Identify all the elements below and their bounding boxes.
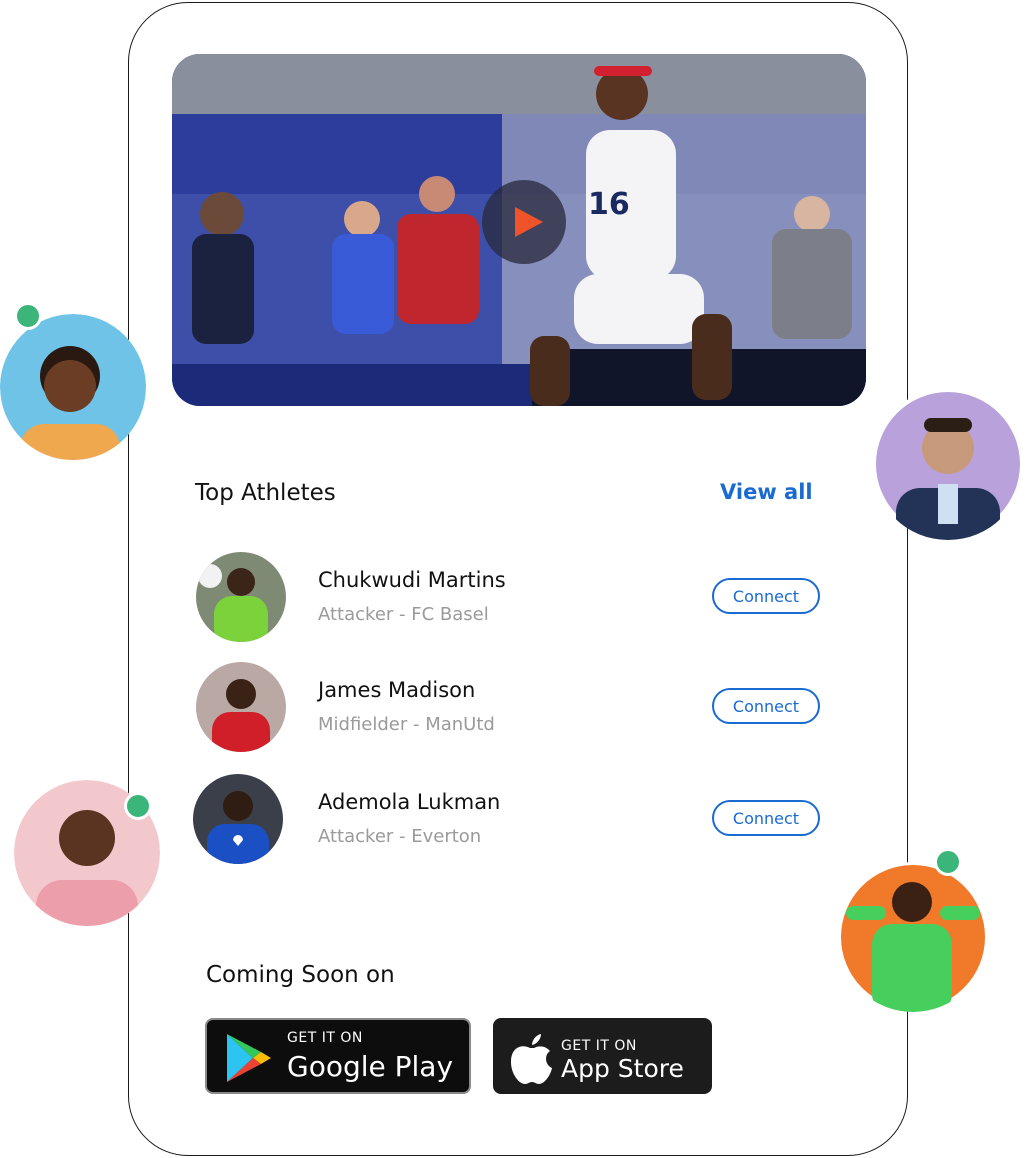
athlete-name: James Madison bbox=[318, 678, 476, 702]
floating-avatar bbox=[838, 862, 988, 1012]
store-big-label: Google Play bbox=[287, 1050, 454, 1083]
athlete-avatar bbox=[193, 774, 283, 864]
online-indicator bbox=[934, 848, 962, 876]
athlete-role: Attacker - Everton bbox=[318, 826, 482, 847]
athlete-name: Chukwudi Martins bbox=[318, 568, 506, 592]
store-small-label: GET IT ON bbox=[561, 1038, 637, 1054]
athlete-row: James Madison Midfielder - ManUtd Connec… bbox=[194, 662, 824, 754]
online-indicator bbox=[124, 792, 152, 820]
athlete-avatar bbox=[196, 662, 286, 752]
athlete-avatar bbox=[196, 552, 286, 642]
coming-soon-title: Coming Soon on bbox=[206, 962, 395, 988]
floating-avatar bbox=[872, 388, 1024, 540]
video-player[interactable]: 16 bbox=[172, 54, 866, 406]
connect-button[interactable]: Connect bbox=[712, 800, 820, 836]
view-all-link[interactable]: View all bbox=[720, 480, 813, 504]
athlete-row: Ademola Lukman Attacker - Everton Connec… bbox=[193, 774, 824, 866]
apple-icon bbox=[511, 1034, 552, 1084]
google-play-icon bbox=[227, 1034, 271, 1082]
online-indicator bbox=[14, 302, 42, 330]
floating-avatar bbox=[0, 314, 146, 460]
app-store-button[interactable]: GET IT ON App Store bbox=[493, 1018, 712, 1094]
connect-button[interactable]: Connect bbox=[712, 688, 820, 724]
athlete-name: Ademola Lukman bbox=[318, 790, 501, 814]
section-title: Top Athletes bbox=[195, 480, 336, 506]
athlete-row: Chukwudi Martins Attacker - FC Basel Con… bbox=[194, 552, 824, 644]
athlete-role: Attacker - FC Basel bbox=[318, 604, 489, 625]
connect-button[interactable]: Connect bbox=[712, 578, 820, 614]
athlete-role: Midfielder - ManUtd bbox=[318, 714, 495, 735]
store-small-label: GET IT ON bbox=[287, 1030, 363, 1046]
google-play-button[interactable]: GET IT ON Google Play bbox=[205, 1018, 471, 1094]
store-big-label: App Store bbox=[561, 1054, 684, 1083]
jersey-number: 16 bbox=[588, 187, 630, 222]
play-button[interactable] bbox=[482, 180, 566, 264]
